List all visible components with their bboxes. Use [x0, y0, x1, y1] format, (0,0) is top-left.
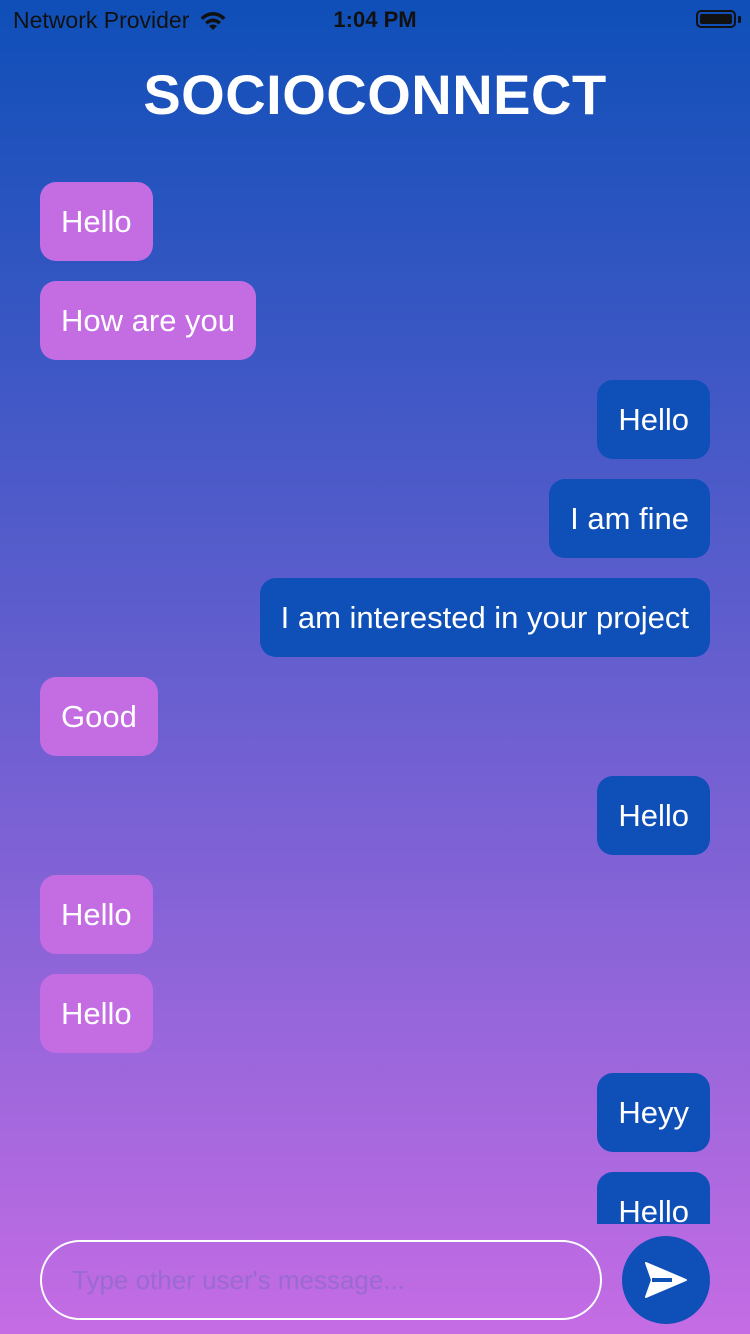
incoming-message-bubble[interactable]: Hello — [40, 974, 153, 1053]
message-row: Hello — [40, 380, 710, 459]
message-row: Heyy — [40, 1073, 710, 1152]
message-row: I am interested in your project — [40, 578, 710, 657]
outgoing-message-bubble[interactable]: Hello — [597, 380, 710, 459]
outgoing-message-bubble[interactable]: Hello — [597, 776, 710, 855]
outgoing-message-bubble[interactable]: I am interested in your project — [259, 578, 710, 657]
message-row: Hello — [40, 776, 710, 855]
message-row: Hello — [40, 974, 710, 1053]
app-title: SOCIOCONNECT — [143, 63, 607, 126]
message-row: Hello — [40, 182, 710, 261]
message-input[interactable] — [40, 1240, 602, 1320]
incoming-message-bubble[interactable]: Hello — [40, 875, 153, 954]
message-row: Hello — [40, 875, 710, 954]
outgoing-message-bubble[interactable]: Hello — [597, 1172, 710, 1224]
message-row: Good — [40, 677, 710, 756]
message-row: I am fine — [40, 479, 710, 558]
status-time: 1:04 PM — [333, 7, 417, 32]
incoming-message-bubble[interactable]: Good — [40, 677, 158, 756]
message-row: How are you — [40, 281, 710, 360]
outgoing-message-bubble[interactable]: I am fine — [549, 479, 710, 558]
incoming-message-bubble[interactable]: Hello — [40, 182, 153, 261]
battery-icon — [696, 10, 736, 28]
send-icon — [645, 1262, 687, 1298]
outgoing-message-bubble[interactable]: Heyy — [597, 1073, 710, 1152]
status-bar: Network Provider 1:04 PM — [0, 0, 750, 40]
send-button[interactable] — [622, 1236, 710, 1324]
incoming-message-bubble[interactable]: How are you — [40, 281, 257, 360]
battery-tip — [738, 16, 741, 23]
chat-list[interactable]: Hello How are you Hello I am fine I am inter… — [40, 182, 710, 1224]
message-row: Hello — [40, 1172, 710, 1224]
